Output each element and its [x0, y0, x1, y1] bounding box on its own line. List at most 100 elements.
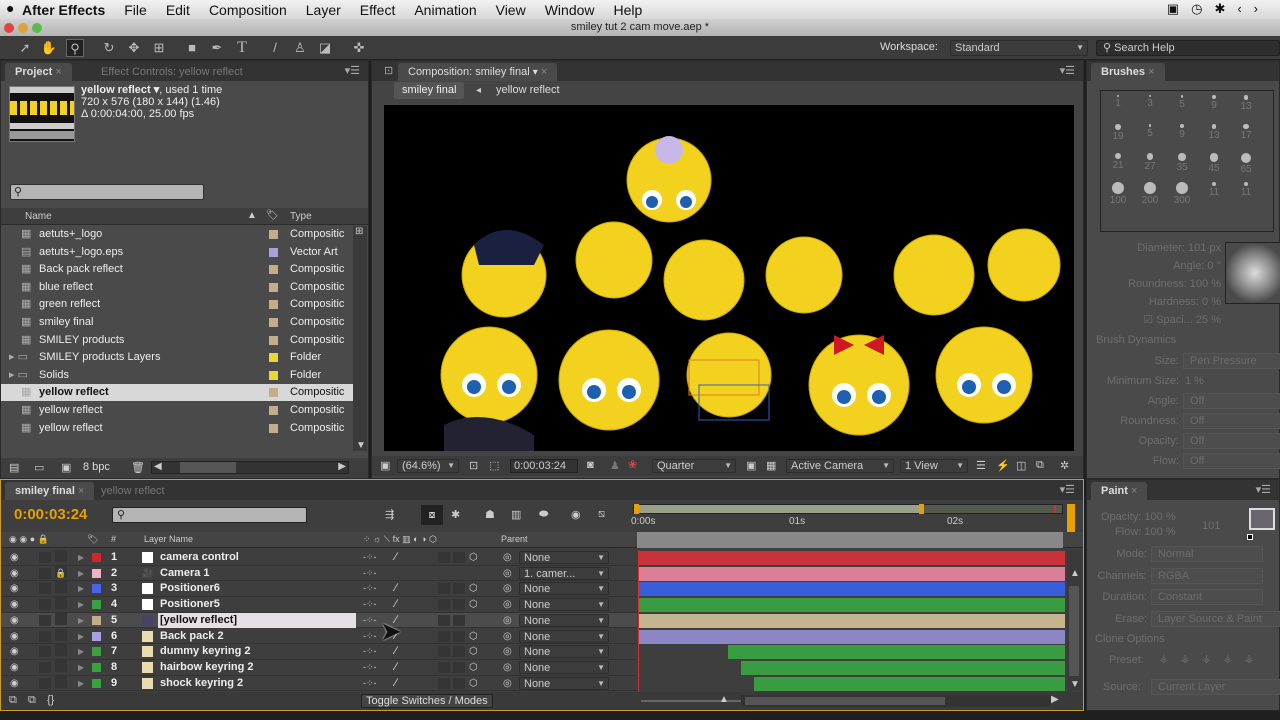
quality-switch-icon[interactable]: ∕ [395, 660, 397, 675]
quality-switch-icon[interactable]: ∕ [395, 676, 397, 691]
always-preview-icon[interactable]: ▣ [380, 459, 390, 472]
brush-tool-icon[interactable]: / [266, 39, 284, 57]
flowchart-icon[interactable]: ⧉ [1036, 459, 1044, 472]
quality-switch-icon[interactable]: ∕ [395, 597, 397, 612]
brush-preset[interactable]: 200 [1135, 180, 1165, 207]
column-name[interactable]: Name [25, 211, 52, 222]
label-color-swatch[interactable] [269, 230, 278, 239]
layer-row[interactable]: ◉ 🔒 ▶ 2 🎥 Camera 1 -⁘- ◎ 1. camer... [1, 565, 637, 582]
expand-in-out-icon[interactable]: {} [47, 694, 54, 706]
composition-mini-flowchart-icon[interactable]: ⇶ [385, 508, 394, 521]
pick-whip-icon[interactable]: ◎ [503, 581, 512, 596]
visibility-eye-icon[interactable]: ◉ [10, 550, 19, 565]
hardness-field[interactable]: Hardness: 0 % [1128, 293, 1221, 311]
frame-blending-icon[interactable]: ▥ [511, 508, 521, 521]
menu-window[interactable]: Window [545, 2, 595, 18]
layer-name[interactable]: camera control [158, 550, 356, 565]
panel-menu-icon[interactable]: ▾☰ [1060, 483, 1075, 496]
lock-switch[interactable] [55, 659, 67, 672]
brush-preset[interactable]: 45 [1199, 151, 1229, 178]
solo-switch[interactable] [39, 599, 51, 611]
parent-dropdown[interactable]: None [519, 645, 609, 659]
menu-app[interactable]: After Effects [22, 2, 105, 18]
safe-zones-icon[interactable]: ⊡ [469, 459, 478, 472]
toggle-pixel-aspect-icon[interactable]: ☰ [976, 459, 986, 472]
motion-blur-switch[interactable] [438, 630, 450, 642]
project-item[interactable]: ▸ ▭ Solids Folder [1, 367, 353, 384]
dynamics-dropdown[interactable]: Off [1183, 453, 1280, 469]
tab-smiley-final[interactable]: smiley final × [5, 482, 95, 500]
brush-preset[interactable]: 35 [1167, 151, 1197, 178]
motion-blur-switch[interactable] [438, 661, 450, 673]
visibility-eye-icon[interactable]: ◉ [10, 644, 19, 659]
brush-preset[interactable]: 11 [1231, 180, 1261, 207]
project-scrollbar[interactable]: ⊞ ▼ [353, 226, 367, 451]
brush-preset[interactable]: 5 [1167, 93, 1197, 120]
hand-tool-icon[interactable]: ✋ [40, 39, 58, 57]
project-item[interactable]: ▦ yellow reflect Compositic [1, 384, 353, 402]
expand-triangle-icon[interactable]: ▶ [78, 676, 84, 691]
menu-edit[interactable]: Edit [166, 2, 190, 18]
solo-switch[interactable] [39, 677, 51, 689]
work-area-range[interactable] [634, 505, 922, 513]
close-window-button[interactable] [4, 23, 14, 33]
pen-tool-icon[interactable]: ✒ [208, 39, 226, 57]
project-item[interactable]: ▦ SMILEY products Compositic [1, 332, 353, 349]
3d-layer-icon[interactable]: ⬡ [469, 581, 478, 596]
project-item[interactable]: ▦ blue reflect Compositic [1, 279, 353, 296]
pick-whip-icon[interactable]: ◎ [503, 629, 512, 644]
tab-yellow-reflect[interactable]: yellow reflect [91, 482, 175, 500]
brush-preset[interactable]: 13 [1231, 93, 1261, 120]
layer-name[interactable]: [yellow reflect] [158, 612, 356, 628]
solo-switch[interactable] [39, 614, 51, 626]
layer-name[interactable]: dummy keyring 2 [158, 644, 356, 659]
resolution-dropdown[interactable]: Quarter [652, 459, 736, 473]
layer-label-color[interactable] [92, 584, 101, 594]
layer-label-color[interactable] [92, 662, 101, 672]
visibility-eye-icon[interactable]: ◉ [10, 660, 19, 675]
tab-project[interactable]: Project × [5, 63, 72, 81]
layer-name[interactable]: Positioner6 [158, 581, 356, 596]
project-item[interactable]: ▦ Back pack reflect Compositic [1, 261, 353, 278]
channels-rgb-icon[interactable]: ❀ [628, 458, 637, 471]
adjustment-switch[interactable] [453, 677, 465, 689]
menu-help[interactable]: Help [614, 2, 643, 18]
label-color-swatch[interactable] [269, 318, 278, 327]
label-color-swatch[interactable] [269, 247, 278, 257]
motion-blur-switch[interactable] [438, 614, 450, 626]
work-area-start-handle[interactable] [634, 504, 639, 514]
3d-layer-icon[interactable]: ⬡ [469, 597, 478, 612]
expand-triangle-icon[interactable]: ▶ [78, 597, 84, 612]
lock-switch[interactable] [55, 550, 67, 562]
shy-switch-icon[interactable]: -⁘- [363, 597, 377, 612]
solo-switch[interactable] [39, 567, 51, 579]
layer-duration-bar[interactable] [639, 551, 1065, 565]
view-layout-dropdown[interactable]: 1 View [900, 459, 968, 473]
motion-blur-switch[interactable] [438, 646, 450, 658]
expand-triangle-icon[interactable]: ▶ [78, 629, 84, 644]
layer-label-color[interactable] [92, 600, 101, 610]
label-color-swatch[interactable] [269, 353, 278, 363]
brainstorm-icon[interactable]: ◉ [571, 508, 581, 521]
tab-effect-controls[interactable]: Effect Controls: yellow reflect [91, 63, 253, 81]
brush-preset[interactable]: 5 [1135, 122, 1165, 149]
menu-animation[interactable]: Animation [414, 2, 476, 18]
graph-editor-icon[interactable]: ⧅ [598, 508, 605, 521]
expand-layer-switches-icon[interactable]: ⧉ [9, 694, 17, 707]
adjustment-switch[interactable] [453, 646, 465, 658]
time-ruler-track[interactable] [637, 532, 1063, 548]
layer-row[interactable]: ◉ ▶ 1 camera control -⁘- ∕ ⬡ ◎ None [1, 550, 637, 566]
region-of-interest-icon[interactable]: ⬚ [489, 459, 499, 472]
expand-triangle-icon[interactable]: ▶ [78, 550, 84, 565]
brush-preset[interactable]: 300 [1167, 180, 1197, 207]
layer-name[interactable]: Positioner5 [158, 597, 356, 612]
layer-label-color[interactable] [92, 631, 101, 641]
menu-composition[interactable]: Composition [209, 2, 287, 18]
new-composition-icon[interactable]: ▣ [61, 461, 71, 474]
timeline-search-input[interactable]: ⚲ [112, 507, 307, 523]
exposure-reset-icon[interactable]: ✲ [1060, 459, 1069, 472]
layer-duration-bar[interactable] [728, 645, 1065, 660]
hide-shy-layers-icon[interactable]: ☗ [485, 508, 495, 521]
bit-depth-button[interactable]: 8 bpc [83, 461, 110, 473]
adjustment-switch[interactable] [453, 599, 465, 611]
